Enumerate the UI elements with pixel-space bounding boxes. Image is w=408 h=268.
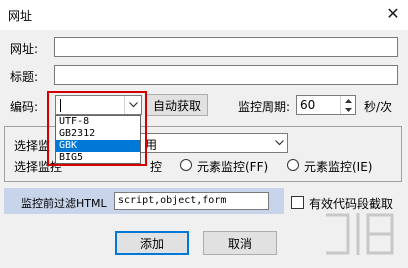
filter-label: 监控前过滤HTML bbox=[21, 197, 107, 210]
period-unit: 秒/次 bbox=[364, 100, 393, 114]
period-value: 60 bbox=[300, 98, 316, 112]
radio-option-1-label: 控 bbox=[150, 160, 163, 174]
add-button[interactable]: 添加 bbox=[115, 231, 189, 255]
title-input[interactable] bbox=[54, 65, 398, 85]
title-bar bbox=[0, 0, 408, 30]
watermark-logo bbox=[326, 213, 394, 255]
cancel-button[interactable]: 取消 bbox=[203, 231, 277, 255]
radio-ie[interactable] bbox=[287, 159, 299, 171]
encoding-label: 编码: bbox=[10, 100, 39, 114]
radio-ff[interactable] bbox=[180, 159, 192, 171]
period-input[interactable]: 60 bbox=[296, 95, 356, 115]
spinner-up-icon[interactable] bbox=[340, 96, 355, 105]
auto-get-button[interactable]: 自动获取 bbox=[146, 94, 208, 116]
period-label: 监控周期: bbox=[238, 100, 291, 114]
close-icon[interactable]: ✕ bbox=[383, 4, 403, 24]
radio-ff-label: 元素监控(FF) bbox=[197, 160, 269, 174]
url-label: 网址: bbox=[10, 42, 39, 56]
url-input[interactable] bbox=[54, 37, 398, 57]
code-segment-checkbox[interactable] bbox=[291, 196, 304, 209]
filter-input[interactable]: script,object,form bbox=[114, 192, 269, 210]
radio-ie-label: 元素监控(IE) bbox=[304, 160, 373, 174]
monitor-select[interactable]: 用 bbox=[138, 133, 288, 153]
monitor-select-label: 选择监 bbox=[14, 139, 51, 153]
chevron-down-icon[interactable] bbox=[271, 134, 287, 152]
spinner-down-icon[interactable] bbox=[340, 105, 355, 114]
highlight-box bbox=[47, 91, 147, 166]
title-label: 标题: bbox=[10, 70, 39, 84]
window-title: 网址 bbox=[8, 9, 33, 23]
